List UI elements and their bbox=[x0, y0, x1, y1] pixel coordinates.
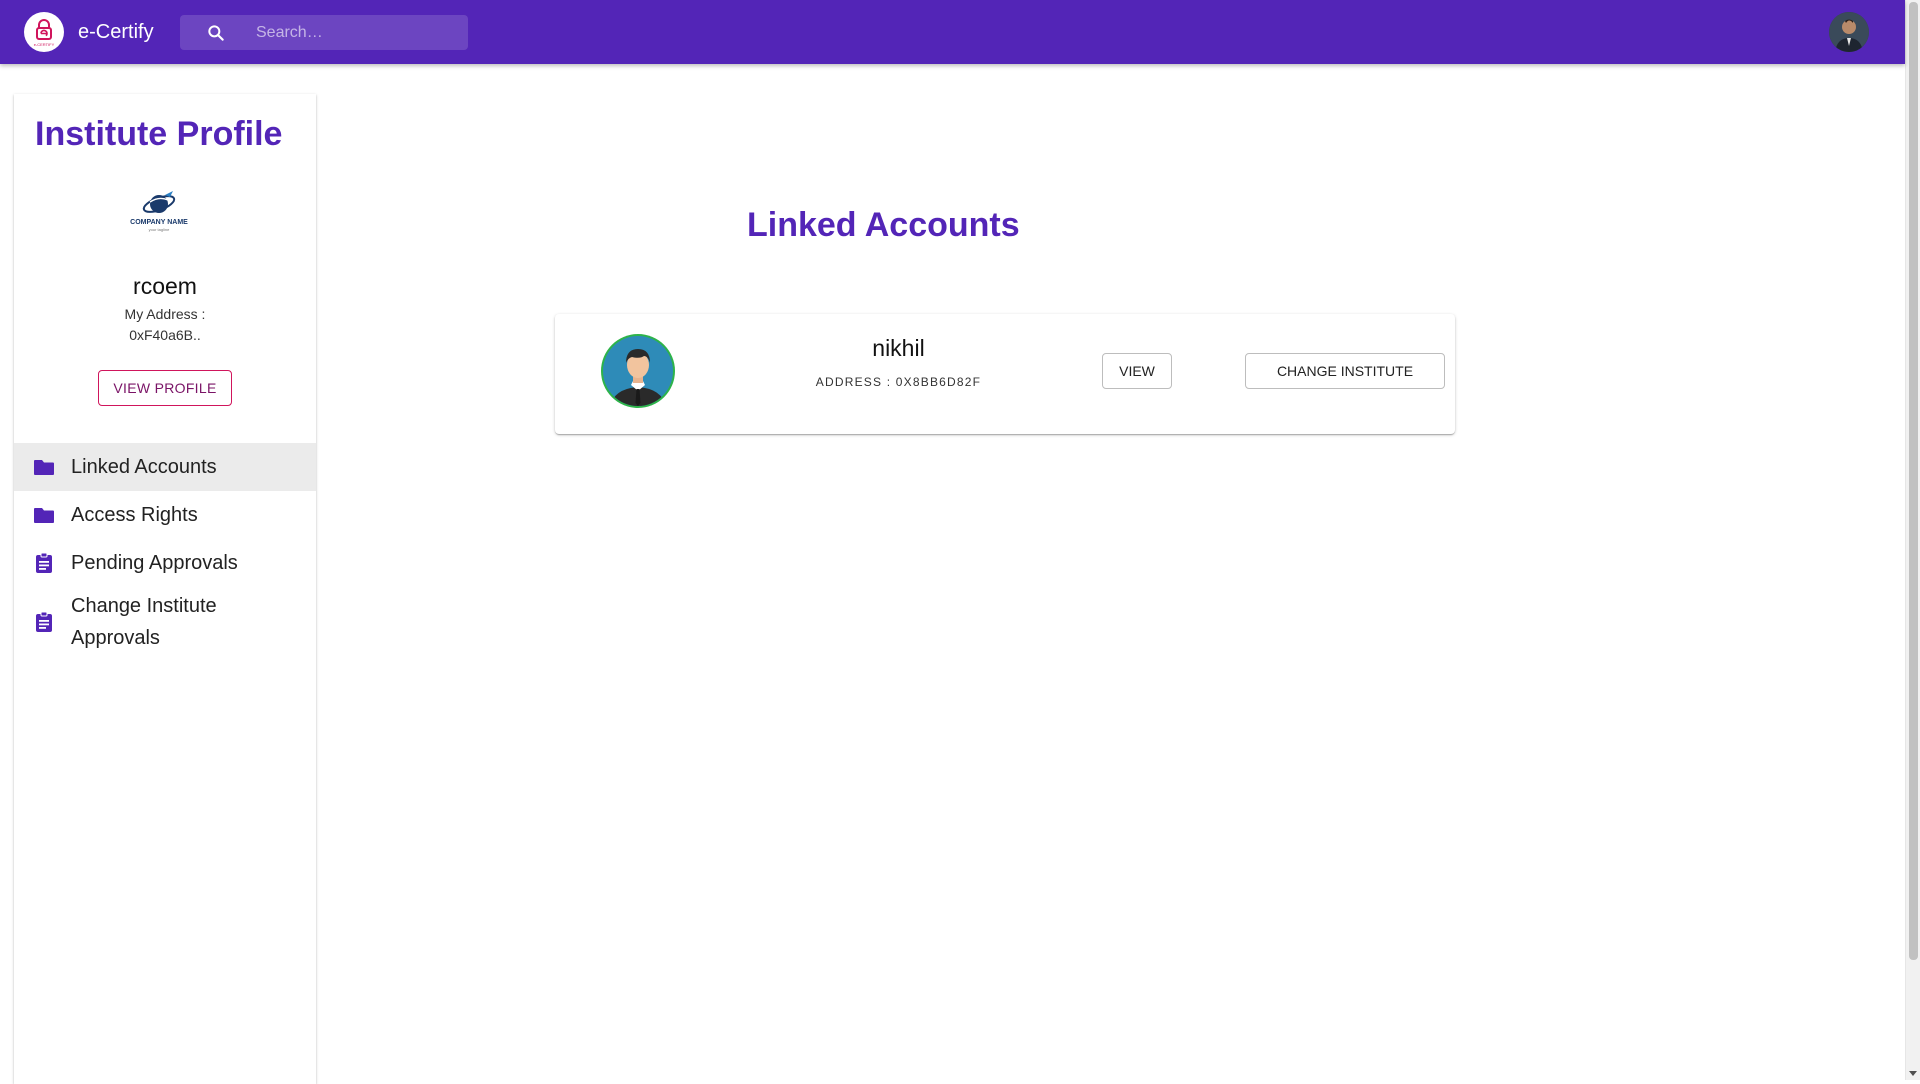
sidebar-item-change-institute-approvals[interactable]: Change Institute Approvals bbox=[14, 587, 316, 657]
assignment-icon bbox=[32, 551, 56, 575]
sidebar-item-label: Change Institute Approvals bbox=[71, 595, 217, 649]
institute-sidebar: Institute Profile COMPANY NAME your tagl… bbox=[14, 94, 316, 1084]
sidebar-nav: Linked Accounts Access Rights Pending Ap… bbox=[14, 443, 316, 657]
page-title: Linked Accounts bbox=[747, 206, 1020, 244]
account-address: ADDRESS : 0X8BB6D82F bbox=[815, 375, 982, 389]
sidebar-item-label: Linked Accounts bbox=[71, 456, 217, 478]
sidebar-item-pending-approvals[interactable]: Pending Approvals bbox=[14, 539, 316, 587]
folder-icon bbox=[32, 455, 56, 479]
address-value: 0xF40a6B.. bbox=[129, 327, 201, 343]
institute-name: rcoem bbox=[133, 273, 197, 299]
app-title: e-Certify bbox=[78, 21, 154, 43]
view-profile-button[interactable]: VIEW PROFILE bbox=[98, 370, 232, 406]
search-icon bbox=[208, 25, 224, 41]
institute-logo: COMPANY NAME your tagline bbox=[124, 189, 194, 237]
account-name: nikhil bbox=[872, 335, 925, 361]
user-avatar-icon bbox=[601, 334, 675, 408]
search-input[interactable] bbox=[256, 15, 462, 50]
sidebar-item-linked-accounts[interactable]: Linked Accounts bbox=[14, 443, 316, 491]
user-photo-icon bbox=[1829, 12, 1869, 52]
search-box[interactable] bbox=[180, 15, 468, 50]
view-account-button[interactable]: VIEW bbox=[1102, 353, 1172, 389]
scroll-down-arrow-icon[interactable] bbox=[1909, 1071, 1917, 1076]
app-logo[interactable]: e-CERTIFY bbox=[24, 12, 64, 52]
sidebar-item-label: Pending Approvals bbox=[71, 552, 238, 574]
folder-icon bbox=[32, 503, 56, 527]
app-bar: e-CERTIFY e-Certify bbox=[0, 0, 1905, 64]
user-avatar[interactable] bbox=[1829, 12, 1869, 52]
sidebar-item-label: Access Rights bbox=[71, 504, 198, 526]
sidebar-title: Institute Profile bbox=[35, 115, 283, 153]
lock-icon bbox=[36, 18, 52, 40]
page-scrollbar[interactable] bbox=[1905, 0, 1920, 1080]
sidebar-item-access-rights[interactable]: Access Rights bbox=[14, 491, 316, 539]
change-institute-button[interactable]: CHANGE INSTITUTE bbox=[1245, 353, 1445, 389]
scrollbar-thumb[interactable] bbox=[1909, 2, 1918, 960]
linked-account-card: nikhil ADDRESS : 0X8BB6D82F VIEW CHANGE … bbox=[555, 314, 1455, 434]
planet-logo-icon bbox=[142, 191, 176, 213]
account-avatar bbox=[600, 333, 676, 409]
address-label: My Address : bbox=[124, 306, 206, 322]
app-logo-text: e-CERTIFY bbox=[33, 41, 55, 47]
company-name-text: COMPANY NAME bbox=[130, 219, 188, 226]
company-tagline-text: your tagline bbox=[148, 227, 170, 232]
assignment-icon bbox=[32, 610, 56, 634]
